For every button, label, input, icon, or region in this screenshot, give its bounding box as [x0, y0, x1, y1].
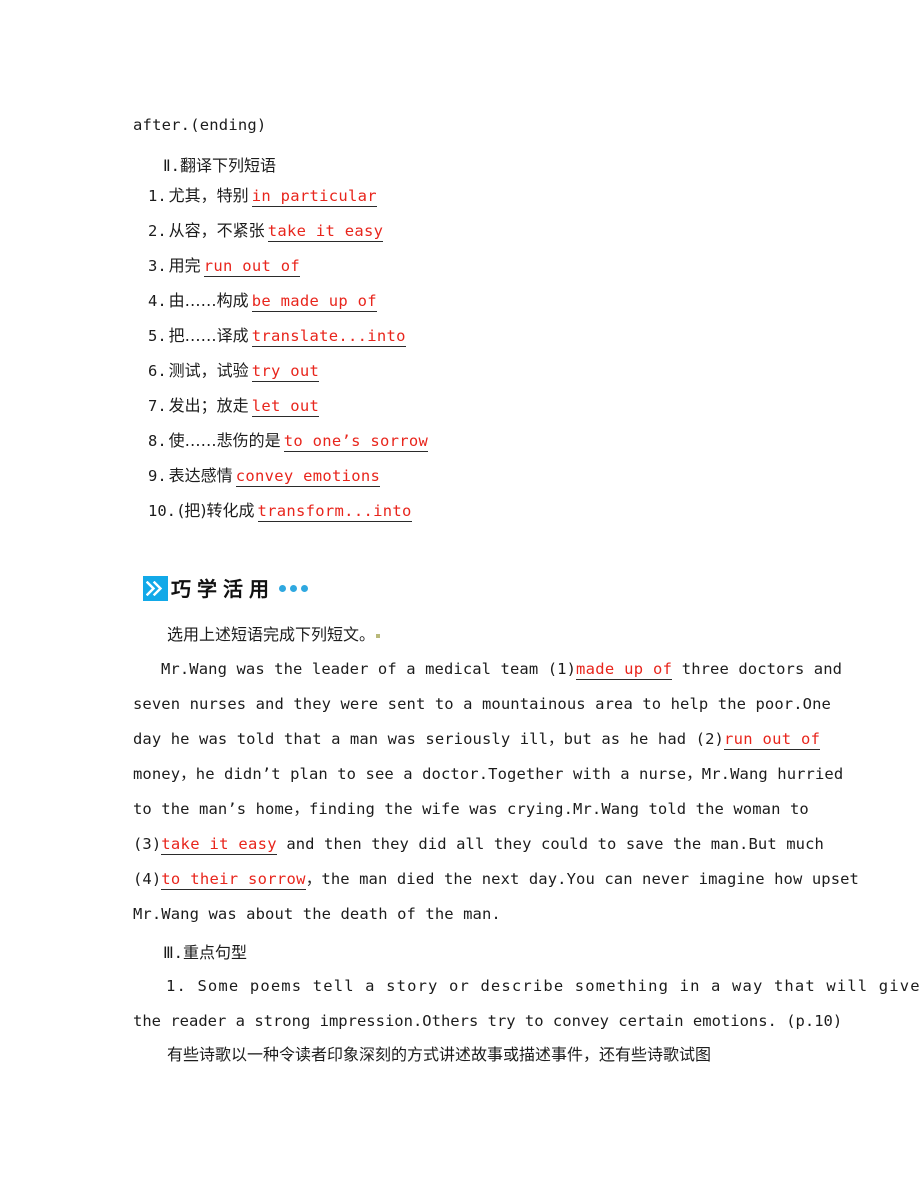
scan-speck — [376, 634, 381, 638]
banner-dot — [301, 585, 308, 592]
phrase-number: 5. — [148, 327, 167, 345]
phrase-number: 1. — [148, 187, 167, 205]
phrase-number: 7. — [148, 397, 167, 415]
phrase-chinese: 由……构成 — [168, 291, 249, 310]
phrase-answer: try out — [251, 362, 320, 382]
phrase-number: 9. — [148, 467, 167, 485]
phrase-answer: let out — [251, 397, 320, 417]
phrase-item: 5. 把……译成 translate...into — [148, 324, 428, 359]
banner-title: 巧学活用 — [171, 576, 275, 601]
cloze-text: day he was told that a man was seriously… — [133, 730, 696, 748]
phrase-chinese: 表达感情 — [168, 466, 233, 485]
double-chevron-right-icon — [143, 576, 168, 601]
phrase-answer: translate...into — [251, 327, 406, 347]
banner-dot — [279, 585, 286, 592]
banner-dot — [290, 585, 297, 592]
cloze-text: to the man’s home，finding the wife was c… — [133, 800, 809, 818]
phrase-answer: to one’s sorrow — [283, 432, 429, 452]
sentence-translation: 有些诗歌以一种令读者印象深刻的方式讲述故事或描述事件，还有些诗歌试图 — [167, 1045, 712, 1064]
section-2-title: 翻译下列短语 — [179, 156, 276, 175]
phrase-translation-list: 1. 尤其，特别 in particular 2. 从容，不紧张 take it easy… — [148, 184, 429, 534]
cloze-text: seven nurses and they were sent to a mou… — [133, 695, 831, 713]
phrase-item: 4. 由……构成 be made up of — [148, 289, 428, 324]
cloze-text: and then they did all they could to save… — [276, 835, 824, 853]
key-sentence-line: 1. Some poems tell a story or describe s… — [166, 977, 920, 995]
phrase-chinese: 用完 — [168, 256, 201, 275]
cloze-blank-number: (3) — [133, 835, 162, 853]
cloze-line: Mr.Wang was about the death of the man. — [133, 901, 833, 936]
cloze-line: Mr.Wang was the leader of a medical team… — [133, 656, 842, 691]
cloze-text: three doctors and — [672, 660, 843, 678]
orphan-continuation-line: after.(ending) — [133, 116, 267, 134]
cloze-answer: made up of — [576, 660, 673, 680]
cloze-blank-number: (1) — [547, 660, 576, 678]
phrase-answer: take it easy — [267, 222, 384, 242]
phrase-answer: in particular — [251, 187, 377, 207]
phrase-item: 8. 使……悲伤的是 to one’s sorrow — [148, 429, 429, 464]
cloze-line: to the man’s home，finding the wife was c… — [133, 796, 833, 831]
phrase-item: 10. (把)转化成 transform...into — [148, 499, 428, 534]
cloze-line: seven nurses and they were sent to a mou… — [133, 691, 833, 726]
phrase-chinese: 尤其，特别 — [168, 186, 249, 205]
phrase-number: 10. — [148, 502, 176, 520]
cloze-line: money，he didn’t plan to see a doctor.Tog… — [133, 761, 843, 796]
cloze-blank-number: (4) — [133, 870, 162, 888]
cloze-text: money，he didn’t plan to see a doctor.Tog… — [133, 765, 844, 783]
phrase-number: 8. — [148, 432, 167, 450]
phrase-item: 7. 发出；放走 let out — [148, 394, 428, 429]
section-2-heading: Ⅱ.翻译下列短语 — [163, 152, 276, 176]
phrase-chinese: 发出；放走 — [168, 396, 249, 415]
key-sentence-line: the reader a strong impression.Others tr… — [133, 1012, 843, 1030]
phrase-chinese: 测试，试验 — [168, 361, 249, 380]
exercise-instruction: 选用上述短语完成下列短文。 — [167, 621, 381, 645]
cloze-line: day he was told that a man was seriously… — [133, 726, 833, 761]
section-banner: 巧学活用 — [143, 576, 308, 601]
key-sentence-block: 1. Some poems tell a story or describe s… — [133, 973, 920, 1043]
phrase-chinese: 从容，不紧张 — [168, 221, 265, 240]
phrase-item: 3. 用完 run out of — [148, 254, 428, 289]
phrase-answer: convey emotions — [235, 467, 381, 487]
phrase-answer: be made up of — [251, 292, 377, 312]
phrase-answer: transform...into — [257, 502, 412, 522]
phrase-item: 6. 测试，试验 try out — [148, 359, 428, 394]
phrase-answer: run out of — [203, 257, 301, 277]
cloze-answer: take it easy — [161, 835, 277, 855]
section-2-numeral: Ⅱ. — [163, 157, 180, 175]
phrase-item: 1. 尤其，特别 in particular — [148, 184, 428, 219]
phrase-chinese: (把)转化成 — [178, 501, 255, 520]
phrase-number: 3. — [148, 257, 167, 275]
banner-dots — [279, 585, 308, 592]
cloze-line: (3)take it easy and then they did all th… — [133, 831, 833, 866]
cloze-passage: Mr.Wang was the leader of a medical team… — [133, 656, 859, 936]
cloze-blank-number: (2) — [695, 730, 724, 748]
phrase-number: 4. — [148, 292, 167, 310]
phrase-number: 6. — [148, 362, 167, 380]
phrase-item: 9. 表达感情 convey emotions — [148, 464, 428, 499]
cloze-text: ，the man died the next day.You can never… — [305, 870, 859, 888]
cloze-text: Mr.Wang was the leader of a medical team — [161, 660, 548, 678]
section-3-numeral: Ⅲ. — [163, 944, 184, 962]
exercise-instruction-text: 选用上述短语完成下列短文。 — [167, 625, 376, 644]
cloze-text: Mr.Wang was about the death of the man. — [133, 905, 501, 923]
phrase-number: 2. — [148, 222, 167, 240]
cloze-line: (4)to their sorrow，the man died the next… — [133, 866, 859, 901]
cloze-answer: run out of — [723, 730, 821, 750]
phrase-item: 2. 从容，不紧张 take it easy — [148, 219, 428, 254]
phrase-chinese: 使……悲伤的是 — [168, 431, 281, 450]
section-3-heading: Ⅲ.重点句型 — [163, 939, 247, 963]
phrase-chinese: 把……译成 — [168, 326, 249, 345]
cloze-answer: to their sorrow — [161, 870, 306, 890]
workbook-page: after.(ending) Ⅱ.翻译下列短语 1. 尤其，特别 in partic… — [0, 0, 920, 1192]
section-3-title: 重点句型 — [183, 943, 248, 962]
